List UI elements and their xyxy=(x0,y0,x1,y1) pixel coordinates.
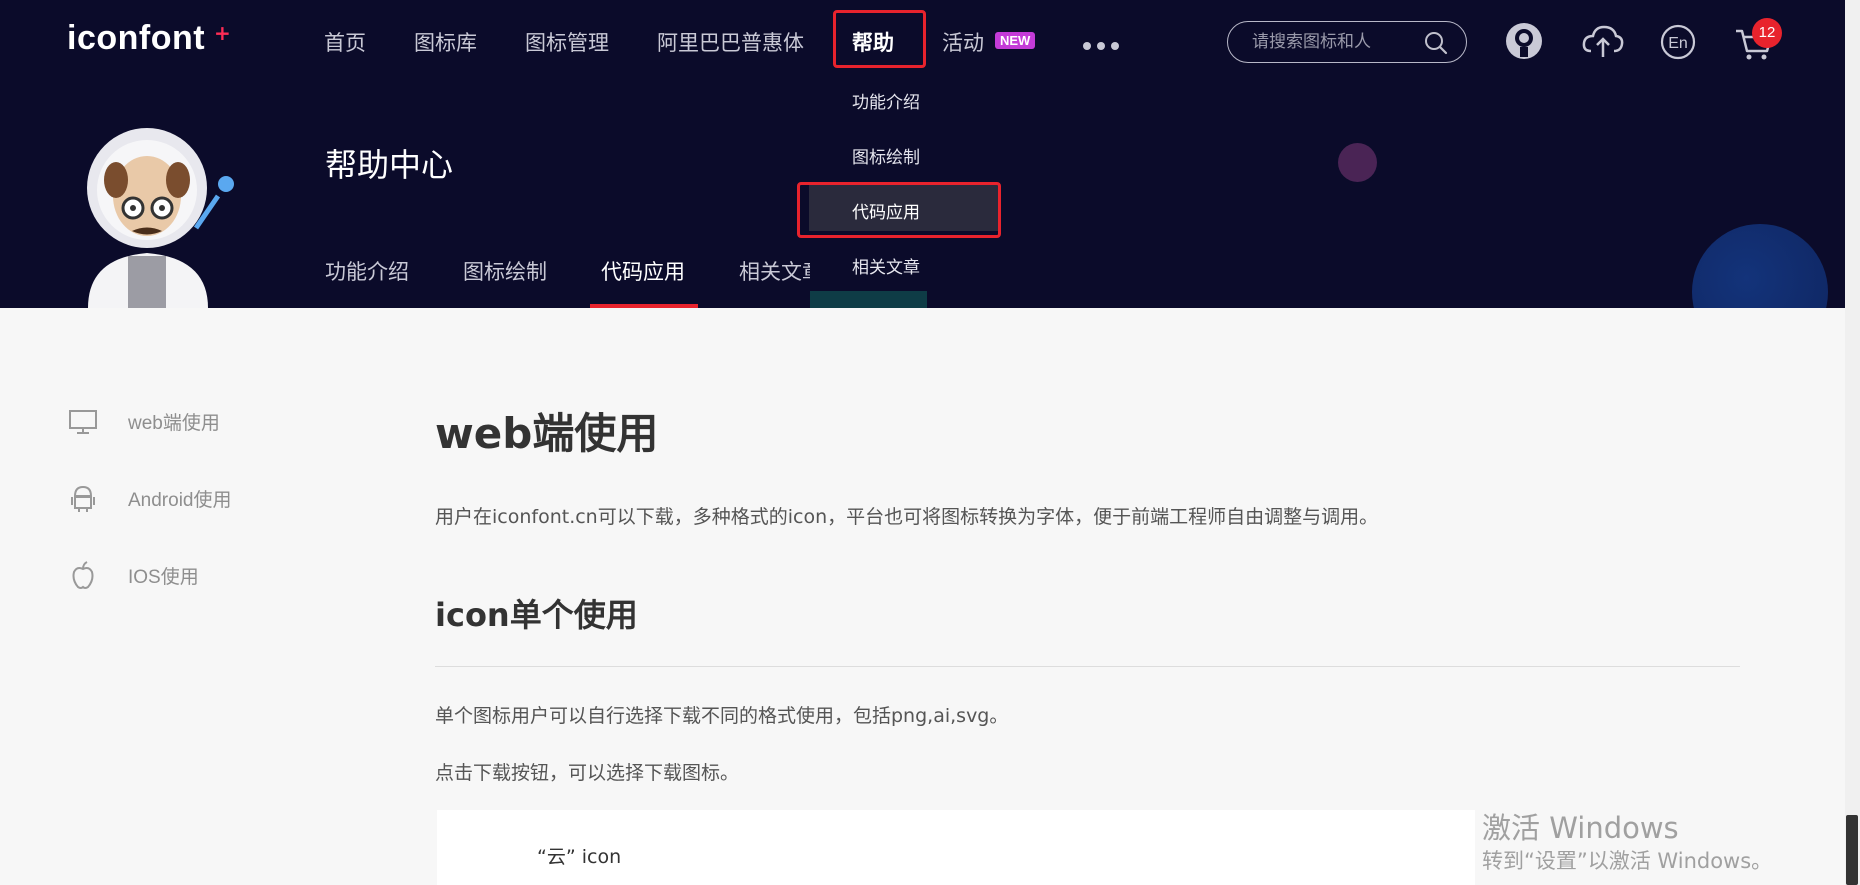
tab-drawing[interactable]: 图标绘制 xyxy=(463,256,547,286)
decor-blue-circle xyxy=(1692,224,1828,308)
sidebar-item-label: Android使用 xyxy=(128,489,232,511)
tab-features[interactable]: 功能介绍 xyxy=(325,256,409,286)
help-center-title: 帮助中心 xyxy=(325,146,454,184)
decor-purple-dot xyxy=(1338,143,1377,182)
apple-icon xyxy=(72,561,94,589)
nav-icon-manage[interactable]: 图标管理 xyxy=(525,27,609,57)
nav-icon-library[interactable]: 图标库 xyxy=(414,27,477,57)
search-icon[interactable] xyxy=(1423,30,1449,56)
help-highlight-box xyxy=(833,10,926,68)
scrollbar-thumb[interactable] xyxy=(1846,815,1858,885)
logo-plus: + xyxy=(214,21,231,45)
sidebar-item-ios[interactable]: IOS使用 xyxy=(68,560,199,590)
more-icon[interactable] xyxy=(1083,42,1119,50)
section-title: icon单个使用 xyxy=(435,596,638,634)
language-en-icon[interactable]: En xyxy=(1658,21,1698,61)
windows-watermark-title: 激活 Windows xyxy=(1482,811,1679,845)
svg-text:En: En xyxy=(1668,35,1688,52)
tab-code[interactable]: 代码应用 xyxy=(601,256,685,286)
dropdown-item-articles[interactable]: 相关文章 xyxy=(852,253,920,278)
astronaut-mascot xyxy=(87,128,234,308)
intro-paragraph: 用户在iconfont.cn可以下载，多种格式的icon，平台也可将图标转换为字… xyxy=(435,506,1379,528)
nav-alibaba-font[interactable]: 阿里巴巴普惠体 xyxy=(657,27,804,57)
new-badge: NEW xyxy=(995,32,1036,49)
dropdown-item-drawing[interactable]: 图标绘制 xyxy=(852,143,920,168)
paragraph-download: 点击下载按钮，可以选择下载图标。 xyxy=(435,762,740,784)
paragraph-formats: 单个图标用户可以自行选择下载不同的格式使用，包括png,ai,svg。 xyxy=(435,705,1009,727)
dropdown-item-features[interactable]: 功能介绍 xyxy=(852,88,920,113)
nav-activity[interactable]: 活动 xyxy=(942,27,984,57)
android-icon xyxy=(71,485,95,512)
sidebar-item-web[interactable]: web端使用 xyxy=(68,406,220,436)
card-label: “云” icon xyxy=(537,846,622,868)
scrollbar-track[interactable] xyxy=(1845,0,1860,885)
search-input[interactable] xyxy=(1252,32,1412,52)
windows-watermark-subtitle: 转到“设置”以激活 Windows。 xyxy=(1482,849,1773,873)
cloud-upload-icon[interactable] xyxy=(1581,21,1625,61)
monitor-icon xyxy=(69,410,97,434)
sidebar-item-label: web端使用 xyxy=(128,412,220,434)
active-tab-underline xyxy=(590,304,698,308)
example-card: “云” icon xyxy=(437,810,1475,885)
cart-count-badge: 12 xyxy=(1752,18,1782,48)
user-avatar-icon[interactable] xyxy=(1504,21,1544,61)
nav-home[interactable]: 首页 xyxy=(324,27,366,57)
search-box xyxy=(1227,21,1467,63)
tab-articles[interactable]: 相关文章 xyxy=(739,256,810,286)
dropdown-item-code[interactable]: 代码应用 xyxy=(852,198,920,223)
sidebar-item-label: IOS使用 xyxy=(128,566,199,588)
sidebar-item-android[interactable]: Android使用 xyxy=(68,483,232,513)
iconfont-logo[interactable]: iconfont xyxy=(67,19,205,58)
decor-teal-block xyxy=(810,291,927,308)
page-title: web端使用 xyxy=(435,409,659,458)
section-divider xyxy=(435,666,1740,667)
